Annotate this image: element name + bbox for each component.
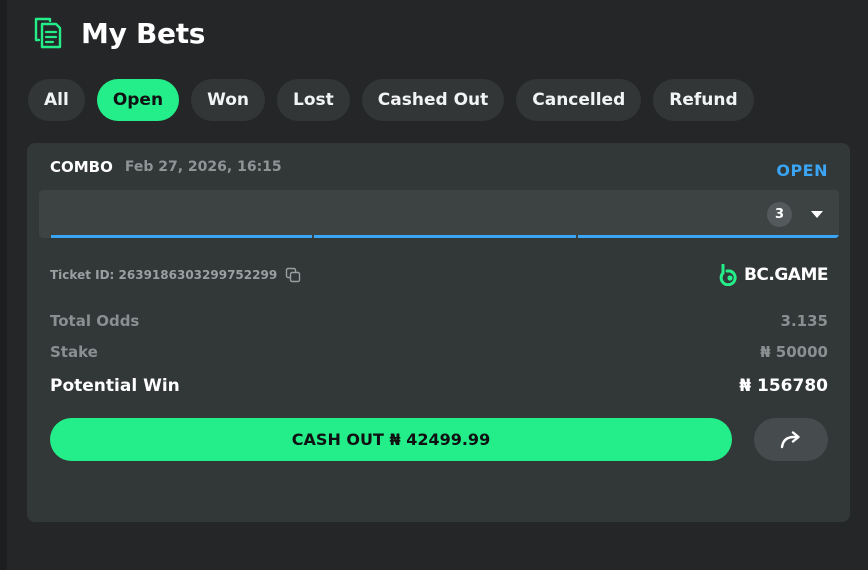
share-button[interactable]: [754, 418, 828, 461]
stake-value: ₦ 50000: [760, 343, 828, 361]
bet-slip-icon: [34, 17, 62, 49]
total-odds-label: Total Odds: [50, 312, 140, 330]
potential-win-row: Potential Win ₦ 156780: [50, 374, 828, 398]
legs-progress: [51, 235, 839, 238]
leg-progress-segment: [314, 235, 576, 238]
bet-type: COMBO: [50, 158, 113, 176]
copy-icon[interactable]: [285, 267, 301, 283]
tab-lost[interactable]: Lost: [277, 79, 350, 121]
chevron-down-icon[interactable]: [811, 211, 823, 218]
bc-game-logo-icon: [719, 264, 737, 286]
bet-legs-toggle[interactable]: 3: [39, 190, 839, 238]
status-filter-tabs: All Open Won Lost Cashed Out Cancelled R…: [28, 79, 766, 121]
tab-all[interactable]: All: [28, 79, 85, 121]
brand-name: BC.GAME: [743, 265, 829, 285]
potential-win-label: Potential Win: [50, 376, 180, 396]
tab-open[interactable]: Open: [96, 79, 180, 121]
page-header: My Bets: [33, 15, 205, 51]
bet-card-header: COMBO Feb 27, 2026, 16:15 OPEN: [50, 156, 828, 180]
tab-cancelled[interactable]: Cancelled: [516, 79, 642, 121]
total-odds-value: 3.135: [780, 312, 828, 330]
page-title: My Bets: [81, 16, 206, 50]
leg-progress-segment: [51, 235, 313, 238]
leg-progress-segment: [577, 235, 839, 238]
bet-datetime: Feb 27, 2026, 16:15: [124, 159, 282, 175]
left-panel-edge: [0, 0, 7, 570]
ticket-id: Ticket ID: 2639186303299752299: [50, 268, 278, 282]
total-odds-row: Total Odds 3.135: [50, 310, 828, 332]
tab-refund[interactable]: Refund: [653, 79, 754, 121]
stake-label: Stake: [50, 343, 98, 361]
cash-out-button[interactable]: CASH OUT ₦ 42499.99: [50, 418, 732, 461]
status-badge: OPEN: [776, 160, 828, 180]
ticket-row: Ticket ID: 2639186303299752299 BC.GAME: [50, 263, 829, 287]
brand-logo: BC.GAME: [719, 264, 829, 286]
potential-win-value: ₦ 156780: [739, 376, 828, 396]
stake-row: Stake ₦ 50000: [50, 341, 828, 363]
bet-card: COMBO Feb 27, 2026, 16:15 OPEN 3 Ticket …: [27, 143, 850, 522]
tab-won[interactable]: Won: [191, 79, 266, 121]
legs-count-badge: 3: [767, 202, 792, 227]
tab-cashed-out[interactable]: Cashed Out: [361, 79, 505, 121]
share-arrow-icon: [780, 430, 800, 448]
